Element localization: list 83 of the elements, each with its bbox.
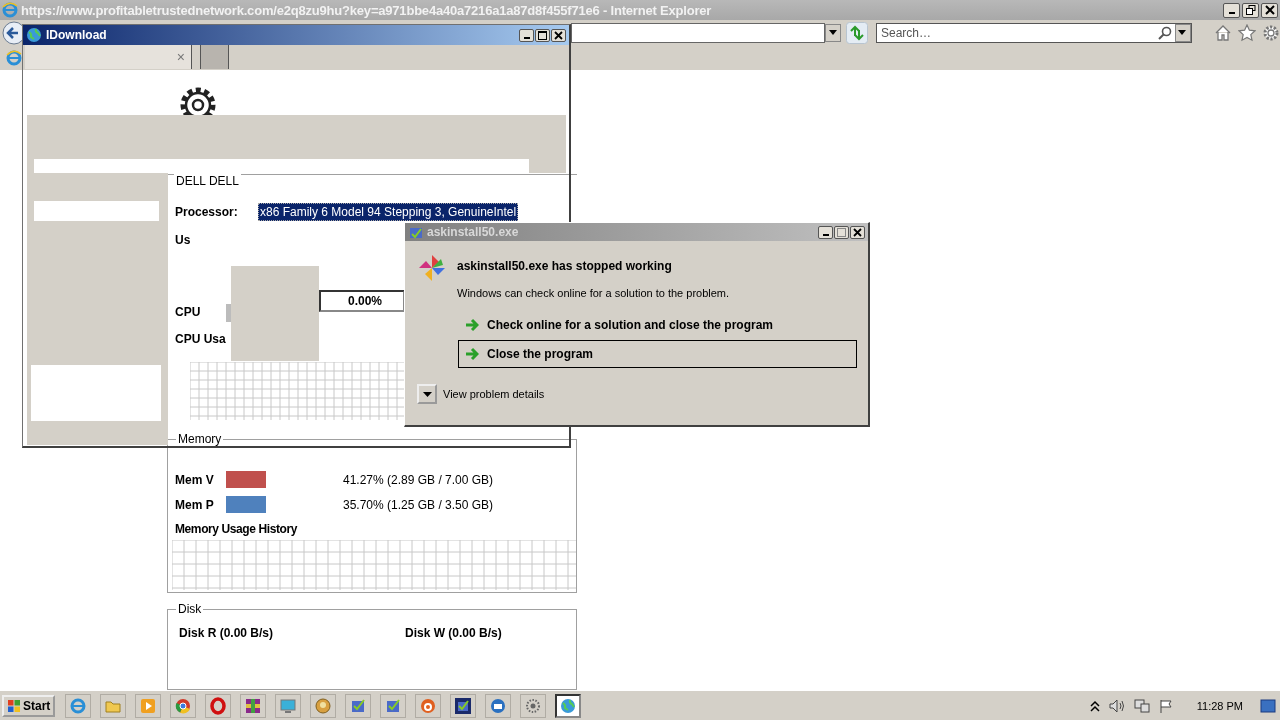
- pinwheel-icon: [417, 253, 447, 283]
- browser-logo-icon: [2, 2, 18, 18]
- cpu-reading: 0.00%: [319, 290, 405, 312]
- close-icon: [1264, 5, 1275, 15]
- maximize-icon: [538, 30, 547, 40]
- home-icon[interactable]: [1214, 23, 1232, 42]
- globe-icon: [26, 27, 42, 43]
- cpu-history-label: CPU Usa: [174, 332, 227, 346]
- group-title: DELL DELL: [174, 174, 241, 188]
- dialog-message: Windows can check online for a solution to the problem.: [457, 287, 730, 299]
- processor-value: x86 Family 6 Model 94 Stepping 3, GenuineIntel: [258, 203, 519, 221]
- arrow-icon: [465, 347, 479, 361]
- tab[interactable]: ×: [25, 45, 192, 69]
- caret-icon: [1177, 30, 1186, 35]
- show-desktop-icon[interactable]: [1260, 698, 1276, 713]
- cpu-label: CPU: [174, 305, 202, 321]
- close-button[interactable]: [551, 28, 566, 42]
- arrow-icon: [465, 318, 479, 332]
- start-button[interactable]: Start: [2, 694, 56, 717]
- maximize-button[interactable]: [535, 28, 550, 42]
- close-icon: [853, 227, 862, 237]
- dots-icon: [524, 696, 543, 715]
- meter-label: Mem P: [175, 497, 215, 512]
- history-label: Memory Usage History: [174, 522, 299, 536]
- processor-label: Processor:: [174, 205, 239, 219]
- dialog-heading: askinstall50.exe has stopped working: [457, 259, 673, 273]
- disk-write-label: Disk W (0.00 B/s): [405, 626, 502, 640]
- printer-icon: [489, 696, 508, 715]
- search-input[interactable]: Search…: [877, 25, 1158, 40]
- minimize-button[interactable]: [1223, 2, 1240, 18]
- chevron-up-icon[interactable]: [1088, 698, 1101, 713]
- minimize-button[interactable]: [818, 225, 833, 239]
- browser-icon: [69, 696, 88, 715]
- details-link[interactable]: View problem details: [443, 388, 545, 400]
- caret-icon: [829, 30, 837, 35]
- restore-icon: [1245, 5, 1256, 15]
- speaker-icon[interactable]: [1107, 697, 1126, 714]
- usage-label: Us: [174, 233, 192, 247]
- option-button[interactable]: Check online for a solution and close the program: [458, 311, 857, 339]
- tab-close-button[interactable]: ×: [176, 49, 185, 65]
- meter-label: Mem V: [175, 472, 215, 487]
- badge-icon: [314, 696, 333, 715]
- settings-icon[interactable]: [1262, 23, 1280, 42]
- window-title: IDownload: [46, 28, 108, 42]
- dropdown-button[interactable]: [825, 23, 841, 42]
- opera-icon: [209, 696, 228, 715]
- network-icon[interactable]: [1132, 697, 1151, 714]
- close-icon: [554, 30, 563, 40]
- star-icon[interactable]: [1238, 23, 1256, 42]
- disk-read-label: Disk R (0.00 B/s): [179, 626, 275, 640]
- group-title: Disk: [176, 602, 204, 616]
- flag-icon[interactable]: [1157, 697, 1174, 714]
- search-field[interactable]: Search…: [876, 22, 1192, 43]
- archive-icon: [244, 696, 263, 715]
- installer-icon: [454, 696, 473, 715]
- taskbar-button[interactable]: [450, 693, 477, 718]
- search-icon[interactable]: [1158, 25, 1172, 40]
- address-field[interactable]: [571, 22, 825, 43]
- monitor-icon: [279, 696, 298, 715]
- restore-button[interactable]: [1242, 2, 1259, 18]
- window-title: askinstall50.exe: [427, 225, 520, 239]
- windows-logo-icon: [7, 698, 21, 713]
- expand-button[interactable]: [417, 384, 437, 404]
- play-icon: [139, 696, 158, 715]
- taskbar-button[interactable]: [555, 693, 582, 718]
- group-title: Memory: [176, 432, 224, 446]
- meter-reading: 35.70% (1.25 GB / 3.50 GB): [343, 497, 494, 512]
- tab[interactable]: [200, 45, 229, 69]
- refresh-button[interactable]: [846, 21, 868, 44]
- clock[interactable]: 11:28 PM: [1196, 699, 1243, 712]
- close-button[interactable]: [850, 225, 865, 239]
- option-button[interactable]: Close the program: [458, 340, 857, 368]
- close-button[interactable]: [1261, 2, 1278, 18]
- app-icon: [419, 696, 438, 715]
- minimize-button[interactable]: [519, 28, 534, 42]
- app-icon: [409, 225, 423, 239]
- meter-reading: 41.27% (2.89 GB / 7.00 GB): [343, 472, 494, 487]
- window-title: https://www.profitabletrustednetwork.com/e2q8zu9hu?key=a971bbe4a40a7216a1a87d8f455f71e6 - Internet Explorer: [21, 2, 713, 18]
- maximize-icon: [837, 227, 846, 237]
- chrome-icon: [174, 696, 193, 715]
- globe-icon: [559, 696, 578, 715]
- caret-icon: [422, 391, 432, 397]
- dropdown-button[interactable]: [1175, 23, 1191, 42]
